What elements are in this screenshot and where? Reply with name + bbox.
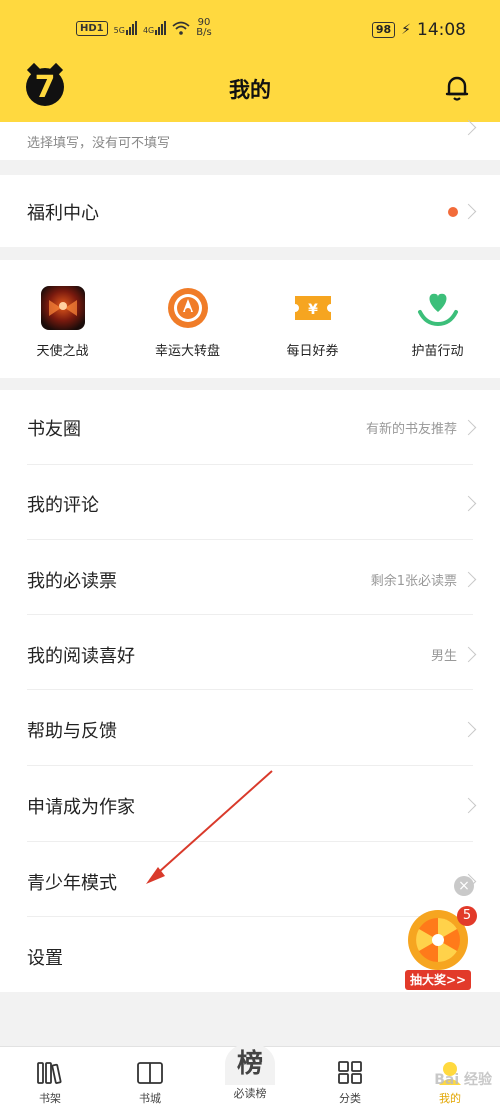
game-angel-icon [40, 286, 85, 330]
chevron-right-icon [460, 119, 477, 136]
menu-item-become-author[interactable]: 申请成为作家 [0, 766, 500, 841]
activities-card: 天使之战 幸运大转盘 ¥ 每日好券 护苗行动 [0, 260, 500, 378]
welfare-center-row[interactable]: 福利中心 [0, 175, 500, 247]
menu-item-must-read-tickets[interactable]: 我的必读票 剩余1张必读票 [0, 540, 500, 615]
tab-categories[interactable]: 分类 [320, 1059, 380, 1106]
hd-badge: HD1 [76, 20, 108, 36]
lottery-label: 抽大奖>> [405, 970, 471, 990]
watermark: Bai 经验 [434, 1072, 492, 1088]
menu-list: 书友圈 有新的书友推荐 我的评论 我的必读票 剩余1张必读票 我的阅读喜好 男生… [0, 390, 500, 992]
battery-level: 98 [371, 22, 396, 38]
chevron-right-icon [460, 721, 477, 738]
tab-bookstore[interactable]: 书城 [120, 1059, 180, 1106]
bottom-tab-bar: 书架 书城 榜 必读榜 分类 我的 Bai 经验 [0, 1043, 500, 1112]
svg-text:¥: ¥ [308, 302, 318, 318]
lottery-badge: 5 [457, 906, 477, 926]
menu-item-reading-preference[interactable]: 我的阅读喜好 男生 [0, 615, 500, 690]
coupon-icon: ¥ [291, 286, 335, 330]
chevron-right-icon [460, 646, 477, 663]
chevron-right-icon [460, 797, 477, 814]
close-icon[interactable]: × [454, 876, 474, 896]
welfare-label: 福利中心 [27, 203, 99, 224]
chevron-right-icon [460, 203, 477, 220]
menu-item-help-feedback[interactable]: 帮助与反馈 [0, 690, 500, 765]
chevron-right-icon [460, 571, 477, 588]
clock: 14:08 [417, 20, 466, 40]
net-speed: 90 B/s [196, 17, 212, 38]
charging-icon: ⚡ [401, 22, 411, 38]
chevron-right-icon [460, 495, 477, 512]
app-header: 7 我的 [0, 62, 500, 122]
bookshelf-icon [37, 1062, 62, 1084]
book-icon [137, 1062, 163, 1084]
profile-hint: 选择填写，没有可不填写 [27, 136, 171, 151]
wheel-icon [166, 286, 210, 330]
activity-lucky-wheel[interactable]: 幸运大转盘 [125, 286, 250, 359]
bell-icon[interactable] [444, 74, 470, 102]
wifi-icon [172, 21, 190, 35]
menu-item-book-friends[interactable]: 书友圈 有新的书友推荐 [0, 390, 500, 465]
page-title: 我的 [229, 78, 271, 102]
profile-fill-card[interactable]: 选择填写，没有可不填写 [0, 119, 500, 160]
tab-must-read-rank[interactable]: 榜 必读榜 [220, 1043, 280, 1101]
signal-4g: 4G [143, 21, 167, 35]
activity-protect-seedlings[interactable]: 护苗行动 [375, 286, 500, 359]
grid-icon [338, 1061, 362, 1084]
chevron-right-icon [460, 419, 477, 436]
signal-5g: 5G [114, 21, 137, 35]
status-bar: HD1 5G 4G 90 B/s 98 ⚡ 14:08 [0, 0, 500, 62]
notification-dot [448, 207, 458, 217]
rank-icon: 榜 [225, 1043, 275, 1085]
lottery-float-button[interactable]: 5 抽大奖>> [405, 906, 477, 992]
heart-hands-icon [416, 286, 460, 330]
tab-bookshelf[interactable]: 书架 [20, 1059, 80, 1106]
menu-item-my-comments[interactable]: 我的评论 [0, 465, 500, 540]
activity-angel-war[interactable]: 天使之战 [0, 286, 125, 359]
activity-daily-coupon[interactable]: ¥ 每日好券 [250, 286, 375, 359]
